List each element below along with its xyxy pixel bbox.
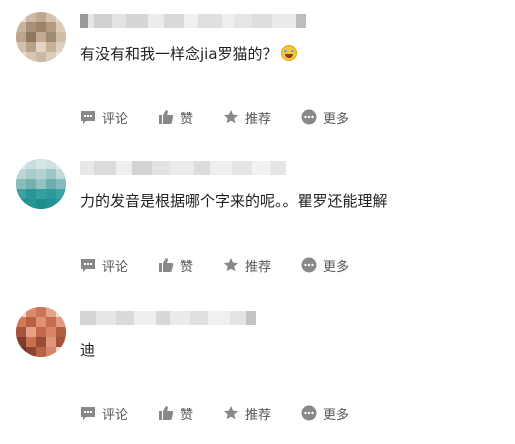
comment-actions: 评论 赞 推荐 更多 [80, 107, 379, 127]
recommend-button[interactable]: 推荐 [223, 108, 271, 127]
comment-item-3: 迪 评论 赞 推荐 更多 [0, 296, 515, 444]
username-blurred[interactable] [80, 13, 306, 29]
recommend-button-label: 推荐 [245, 259, 272, 275]
username-blurred[interactable] [80, 160, 286, 176]
like-button-label: 赞 [180, 111, 194, 127]
like-button-label: 赞 [180, 407, 194, 423]
comment-button[interactable]: 评论 [80, 256, 128, 275]
more-dots-icon [301, 405, 317, 421]
thumbs-up-icon [158, 257, 174, 273]
more-button[interactable]: 更多 [301, 404, 349, 423]
more-button[interactable]: 更多 [301, 108, 349, 127]
comment-icon [80, 405, 96, 421]
like-button[interactable]: 赞 [158, 404, 193, 423]
comment-item-1: 有没有和我一样念jia罗猫的？ 评论 赞 推荐 更多 [0, 0, 515, 148]
comment-button-label: 评论 [102, 259, 129, 275]
more-button-label: 更多 [323, 111, 350, 127]
more-button-label: 更多 [323, 407, 350, 423]
comment-button-label: 评论 [102, 407, 129, 423]
comment-icon [80, 257, 96, 273]
comment-actions: 评论 赞 推荐 更多 [80, 255, 379, 275]
avatar[interactable] [16, 159, 66, 209]
comment-button[interactable]: 评论 [80, 108, 128, 127]
comment-text: 力的发音是根据哪个字来的呢。。瞿罗还能理解 [80, 192, 388, 210]
more-dots-icon [301, 109, 317, 125]
thumbs-up-icon [158, 109, 174, 125]
recommend-button-label: 推荐 [245, 111, 272, 127]
more-dots-icon [301, 257, 317, 273]
recommend-button[interactable]: 推荐 [223, 256, 271, 275]
more-button[interactable]: 更多 [301, 256, 349, 275]
comment-icon [80, 109, 96, 125]
like-button-label: 赞 [180, 259, 194, 275]
recommend-button[interactable]: 推荐 [223, 404, 271, 423]
star-icon [223, 405, 239, 421]
comment-button-label: 评论 [102, 111, 129, 127]
more-button-label: 更多 [323, 259, 350, 275]
username-blurred[interactable] [80, 310, 256, 326]
comment-text: 有没有和我一样念jia罗猫的？ [80, 44, 297, 64]
comment-actions: 评论 赞 推荐 更多 [80, 403, 379, 423]
star-icon [223, 109, 239, 125]
recommend-button-label: 推荐 [245, 407, 272, 423]
comment-text: 迪 [80, 341, 96, 359]
laughing-crying-emoji-icon [280, 45, 297, 61]
comment-button[interactable]: 评论 [80, 404, 128, 423]
like-button[interactable]: 赞 [158, 108, 193, 127]
avatar[interactable] [16, 12, 66, 62]
thumbs-up-icon [158, 405, 174, 421]
avatar[interactable] [16, 307, 66, 357]
comment-item-2: 力的发音是根据哪个字来的呢。。瞿罗还能理解 评论 赞 推荐 更多 [0, 148, 515, 296]
star-icon [223, 257, 239, 273]
like-button[interactable]: 赞 [158, 256, 193, 275]
